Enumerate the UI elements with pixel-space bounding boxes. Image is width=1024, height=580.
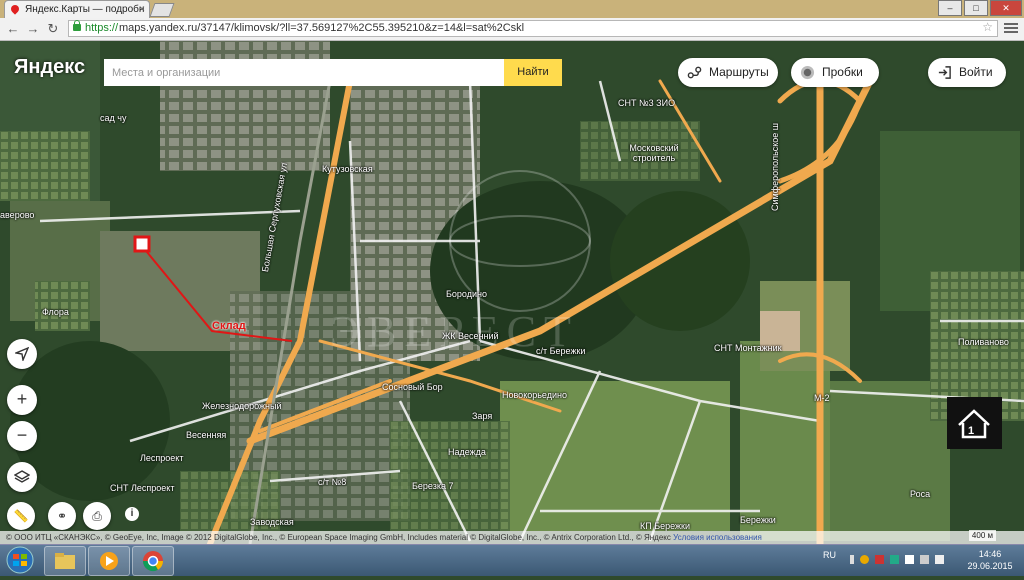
login-button[interactable]: Войти: [928, 58, 1006, 87]
place-label: Роса: [910, 489, 931, 499]
bookmark-star-icon[interactable]: ☆: [982, 20, 993, 35]
antivirus-icon[interactable]: [875, 555, 884, 564]
new-tab-button[interactable]: [149, 3, 175, 17]
satellite-imagery: ЭВЕРЕСТ: [0, 41, 1024, 544]
map-overlay-badge: 1: [947, 397, 1002, 449]
chrome-icon: [142, 551, 164, 572]
tab-close-icon[interactable]: ×: [139, 1, 145, 18]
routes-label: Маршруты: [709, 65, 769, 79]
minimize-button[interactable]: –: [938, 0, 962, 16]
volume-icon[interactable]: [935, 555, 944, 564]
zoom-out-button[interactable]: −: [7, 421, 37, 451]
place-label: Железнодорожный: [202, 401, 282, 411]
layers-icon[interactable]: [7, 462, 37, 492]
flag-icon[interactable]: [905, 555, 914, 564]
find-button[interactable]: Найти: [504, 59, 562, 86]
taskbar-clock[interactable]: 14:46 29.06.2015: [960, 548, 1020, 572]
map-scale: 400 м: [968, 530, 996, 541]
place-label: Заря: [472, 411, 493, 421]
browser-tabstrip: Яндекс.Карты — подробн × – □ ✕: [0, 0, 1024, 18]
windows-taskbar: RU 14:46 29.06.2015: [0, 544, 1024, 576]
place-label: Сосновый Бор: [382, 382, 443, 392]
tab-title: Яндекс.Карты — подробн: [25, 4, 145, 15]
yandex-maps-favicon-icon: [9, 3, 21, 15]
info-icon[interactable]: i: [125, 507, 139, 521]
explorer-taskbar-button[interactable]: [44, 546, 86, 576]
language-indicator[interactable]: RU: [823, 550, 836, 560]
clock-time: 14:46: [978, 549, 1002, 559]
panorama-binoculars-icon[interactable]: ⚭: [48, 502, 76, 530]
media-player-icon: [100, 552, 118, 570]
media-taskbar-button[interactable]: [88, 546, 130, 576]
place-label: Бородино: [446, 289, 487, 299]
place-label: сад чу: [100, 113, 127, 123]
network-icon[interactable]: [850, 555, 854, 564]
tray-app2-icon[interactable]: [890, 555, 899, 564]
close-window-button[interactable]: ✕: [990, 0, 1022, 16]
road-label: М-2: [814, 393, 830, 403]
satellite-map[interactable]: ЭВЕРЕСТ сад чу Кутузовская аверово Флора…: [0, 41, 1024, 544]
url-scheme: https://: [85, 22, 119, 34]
secure-lock-icon: [73, 20, 81, 31]
place-label: с/т №8: [318, 477, 347, 487]
house-logo-icon: 1: [958, 409, 990, 439]
address-bar[interactable]: https:// maps.yandex.ru/37147/klimovsk/?…: [68, 20, 998, 37]
metro-label: Кутузовская: [322, 164, 373, 174]
terms-link[interactable]: Условия использования: [673, 533, 762, 542]
place-label: КП Бережки: [640, 521, 691, 531]
place-label: Березка 7: [412, 481, 454, 491]
place-label: СНТ Леспроект: [110, 483, 175, 493]
zoom-in-button[interactable]: +: [7, 385, 37, 415]
windows-start-icon[interactable]: [2, 545, 38, 576]
ruler-icon[interactable]: 📏: [7, 502, 35, 530]
forward-arrow-icon[interactable]: →: [24, 20, 42, 38]
tray-app-icon[interactable]: [860, 555, 869, 564]
place-label: ЖК Весенний: [442, 331, 499, 341]
warehouse-marker-label: Склад: [212, 320, 246, 332]
print-icon[interactable]: ⎙: [83, 502, 111, 530]
place-label: СНТ №3 ЗИО: [618, 98, 676, 108]
attribution-text: © ООО ИТЦ «СКАНЭКС», © GeoEye, Inc, Imag…: [6, 533, 671, 542]
login-label: Войти: [959, 65, 993, 79]
maximize-button[interactable]: □: [964, 0, 988, 16]
back-arrow-icon[interactable]: ←: [4, 20, 22, 38]
route-icon: [687, 66, 702, 79]
place-label: Флора: [42, 307, 69, 317]
metro-label: Заводская: [250, 517, 294, 527]
traffic-label: Пробки: [822, 65, 863, 79]
reload-icon[interactable]: ↻: [44, 20, 62, 38]
place-label: Бережки: [740, 515, 776, 525]
search-input[interactable]: [104, 59, 504, 86]
place-label: Поливаново: [958, 337, 1009, 347]
browser-tab[interactable]: Яндекс.Карты — подробн ×: [4, 0, 150, 18]
chrome-taskbar-button[interactable]: [132, 546, 174, 576]
clock-date: 29.06.2015: [967, 561, 1013, 571]
browser-menu-icon[interactable]: [1004, 21, 1018, 35]
place-label: аверово: [0, 210, 35, 220]
place-label: Леспроект: [140, 453, 184, 463]
traffic-icon: [800, 65, 815, 80]
place-label: СНТ Монтажник: [714, 343, 782, 353]
window-controls: – □ ✕: [938, 0, 1022, 16]
metro-label: Весенняя: [186, 430, 227, 440]
folder-icon: [55, 553, 75, 569]
place-label: Московский строитель: [629, 143, 679, 163]
map-attribution: © ООО ИТЦ «СКАНЭКС», © GeoEye, Inc, Imag…: [0, 531, 1024, 544]
locate-arrow-icon[interactable]: [7, 339, 37, 369]
svg-text:1: 1: [968, 425, 974, 437]
power-icon[interactable]: [920, 555, 929, 564]
login-icon: [938, 66, 951, 79]
place-label: Новокорьедино: [502, 390, 567, 400]
place-label: Надежда: [448, 447, 486, 457]
traffic-button[interactable]: Пробки: [791, 58, 879, 87]
routes-button[interactable]: Маршруты: [678, 58, 778, 87]
road-label: Симферопольское ш: [770, 122, 780, 211]
url-text: maps.yandex.ru/37147/klimovsk/?ll=37.569…: [119, 22, 525, 34]
yandex-logo[interactable]: Яндекс: [14, 56, 85, 79]
browser-toolbar: ← → ↻ https:// maps.yandex.ru/37147/klim…: [0, 18, 1024, 41]
place-label: с/т Бережки: [536, 346, 586, 356]
